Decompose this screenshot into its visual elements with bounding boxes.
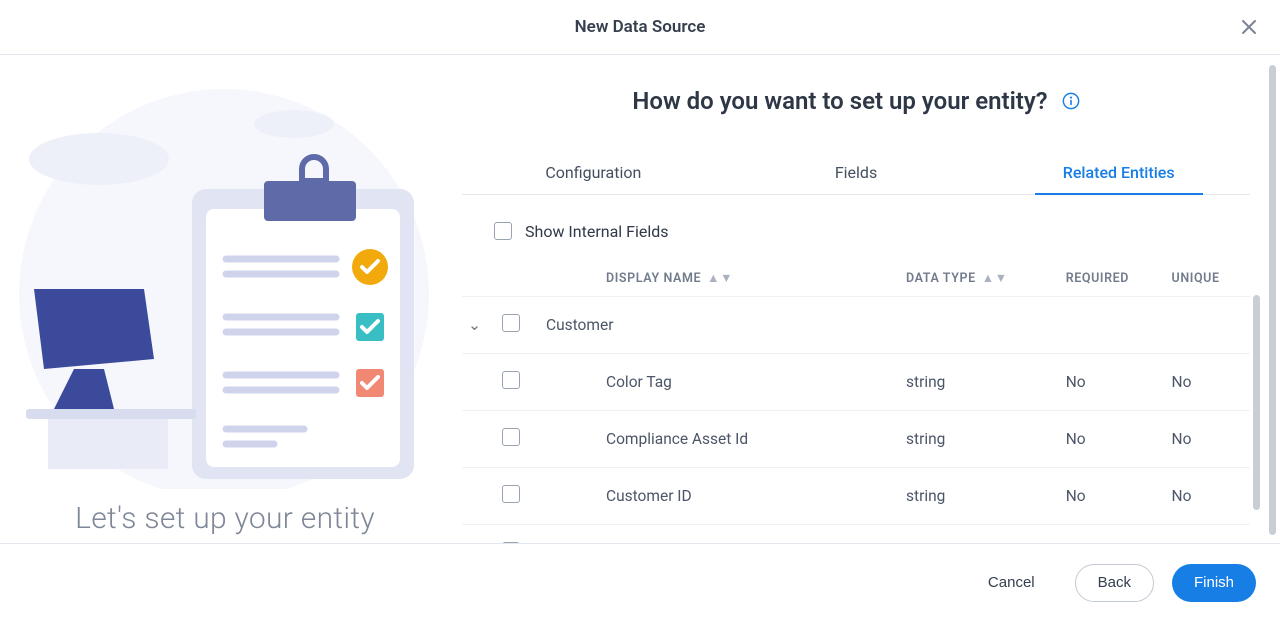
cell-required: No (1060, 525, 1166, 544)
cell-unique: No (1166, 468, 1250, 525)
show-internal-fields-checkbox[interactable] (494, 222, 512, 240)
row-checkbox[interactable] (502, 485, 520, 503)
modal-header: New Data Source (0, 0, 1280, 55)
cell-unique: No (1166, 411, 1250, 468)
chevron-down-icon: ⌄ (468, 316, 481, 334)
back-button[interactable]: Back (1075, 564, 1154, 602)
col-unique[interactable]: UNIQUE (1166, 263, 1250, 297)
cell-required: No (1060, 354, 1166, 411)
close-icon (1241, 19, 1257, 35)
col-required[interactable]: REQUIRED (1060, 263, 1166, 297)
cell-unique: No (1166, 525, 1250, 544)
cell-display-name: Customer Name (600, 525, 900, 544)
cell-display-name: Color Tag (600, 354, 900, 411)
sidebar: Let's set up your entity (0, 55, 450, 543)
scrollbar-thumb[interactable] (1269, 65, 1276, 535)
table-row: Color Tag string No No (462, 354, 1250, 411)
close-button[interactable] (1236, 14, 1262, 40)
modal-body: Let's set up your entity How do you want… (0, 55, 1280, 543)
question-row: How do you want to set up your entity? (462, 87, 1250, 115)
finish-button[interactable]: Finish (1172, 564, 1256, 602)
group-row[interactable]: ⌄ Customer (462, 297, 1250, 354)
modal: New Data Source (0, 0, 1280, 621)
question-title: How do you want to set up your entity? (632, 87, 1047, 115)
cell-data-type: string (900, 468, 1060, 525)
table-row: Compliance Asset Id string No No (462, 411, 1250, 468)
cell-required: No (1060, 411, 1166, 468)
modal-scrollbar[interactable] (1269, 65, 1276, 533)
group-label: Customer (540, 297, 1250, 354)
illustration (4, 69, 446, 489)
group-checkbox[interactable] (502, 314, 520, 332)
clipboard-illustration (4, 69, 446, 489)
cancel-button[interactable]: Cancel (966, 564, 1057, 602)
cell-required: No (1060, 468, 1166, 525)
row-checkbox[interactable] (502, 428, 520, 446)
content-scrollbar-thumb[interactable] (1253, 295, 1260, 510)
info-icon[interactable] (1062, 92, 1080, 110)
content: How do you want to set up your entity? C… (450, 55, 1280, 543)
cell-display-name: Compliance Asset Id (600, 411, 900, 468)
show-internal-fields-label[interactable]: Show Internal Fields (525, 222, 669, 241)
sort-icon: ▲▼ (707, 271, 733, 286)
cell-data-type: string (900, 354, 1060, 411)
cell-unique: No (1166, 354, 1250, 411)
sidebar-tagline: Let's set up your entity (75, 501, 375, 536)
cell-display-name: Customer ID (600, 468, 900, 525)
col-display-name[interactable]: DISPLAY NAME▲▼ (600, 263, 900, 297)
footer: Cancel Back Finish (0, 543, 1280, 621)
tab-configuration[interactable]: Configuration (462, 149, 725, 194)
tab-related-entities[interactable]: Related Entities (987, 149, 1250, 194)
cell-data-type: string (900, 411, 1060, 468)
sort-icon: ▲▼ (982, 271, 1008, 286)
tabs: Configuration Fields Related Entities (462, 149, 1250, 195)
toolbar: Show Internal Fields (462, 195, 1250, 263)
row-checkbox[interactable] (502, 371, 520, 389)
table-row: Customer ID string No No (462, 468, 1250, 525)
row-checkbox[interactable] (502, 542, 520, 543)
col-data-type[interactable]: DATA TYPE▲▼ (900, 263, 1060, 297)
tab-fields[interactable]: Fields (725, 149, 988, 194)
fields-table: DISPLAY NAME▲▼ DATA TYPE▲▼ REQUIRED UNIQ… (462, 263, 1250, 543)
table-row: Customer Name string No No (462, 525, 1250, 544)
cell-data-type: string (900, 525, 1060, 544)
modal-title: New Data Source (575, 17, 706, 37)
